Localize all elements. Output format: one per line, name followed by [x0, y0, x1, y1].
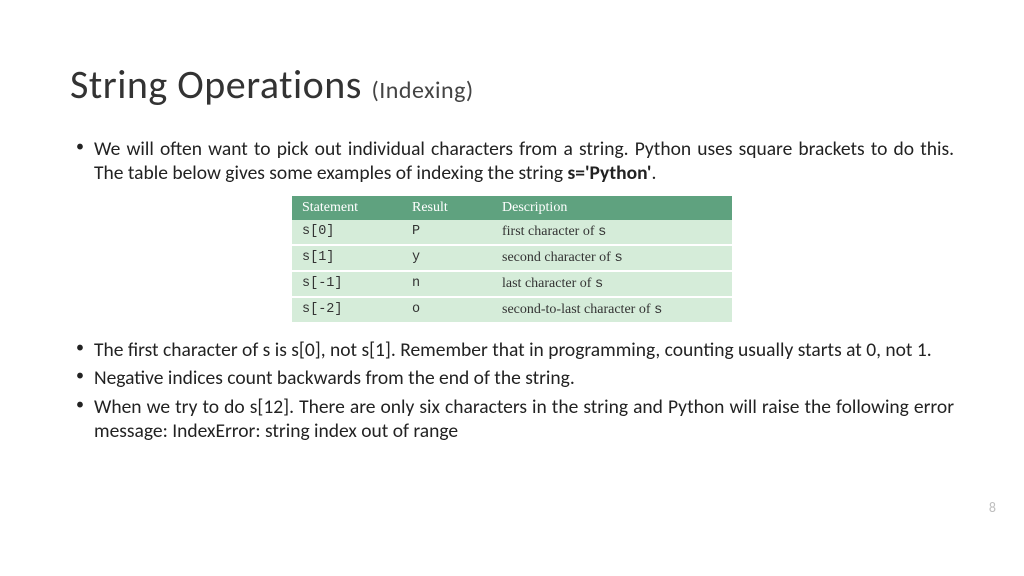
- cell-stmt: s[-2]: [292, 297, 402, 323]
- th-statement: Statement: [292, 196, 402, 220]
- cell-stmt: s[0]: [292, 220, 402, 245]
- cell-stmt: s[1]: [292, 245, 402, 271]
- th-description: Description: [492, 196, 732, 220]
- bullet-error: When we try to do s[12]. There are only …: [70, 395, 954, 444]
- bullet-intro: We will often want to pick out individua…: [70, 137, 954, 186]
- bullet-negative: Negative indices count backwards from th…: [70, 366, 954, 390]
- bullet-first-char: The first character of s is s[0], not s[…: [70, 338, 954, 362]
- cell-result: o: [402, 297, 492, 323]
- table-row: s[-1] n last character of s: [292, 271, 732, 297]
- table-header-row: Statement Result Description: [292, 196, 732, 220]
- table-row: s[1] y second character of s: [292, 245, 732, 271]
- page-number: 8: [989, 499, 996, 516]
- cell-stmt: s[-1]: [292, 271, 402, 297]
- bullet-intro-post: .: [651, 161, 656, 185]
- bullet-intro-code: s='Python': [567, 161, 651, 185]
- title-subtitle: (Indexing): [371, 76, 473, 105]
- th-result: Result: [402, 196, 492, 220]
- table-row: s[0] P first character of s: [292, 220, 732, 245]
- cell-desc: first character of s: [492, 220, 732, 245]
- bullet-intro-text: We will often want to pick out individua…: [94, 137, 954, 185]
- cell-desc: last character of s: [492, 271, 732, 297]
- slide-title: String Operations (Indexing): [70, 60, 954, 109]
- cell-desc: second character of s: [492, 245, 732, 271]
- cell-result: P: [402, 220, 492, 245]
- cell-desc: second-to-last character of s: [492, 297, 732, 323]
- cell-result: y: [402, 245, 492, 271]
- title-main: String Operations: [70, 60, 362, 109]
- table-row: s[-2] o second-to-last character of s: [292, 297, 732, 323]
- indexing-table: Statement Result Description s[0] P firs…: [292, 196, 732, 324]
- cell-result: n: [402, 271, 492, 297]
